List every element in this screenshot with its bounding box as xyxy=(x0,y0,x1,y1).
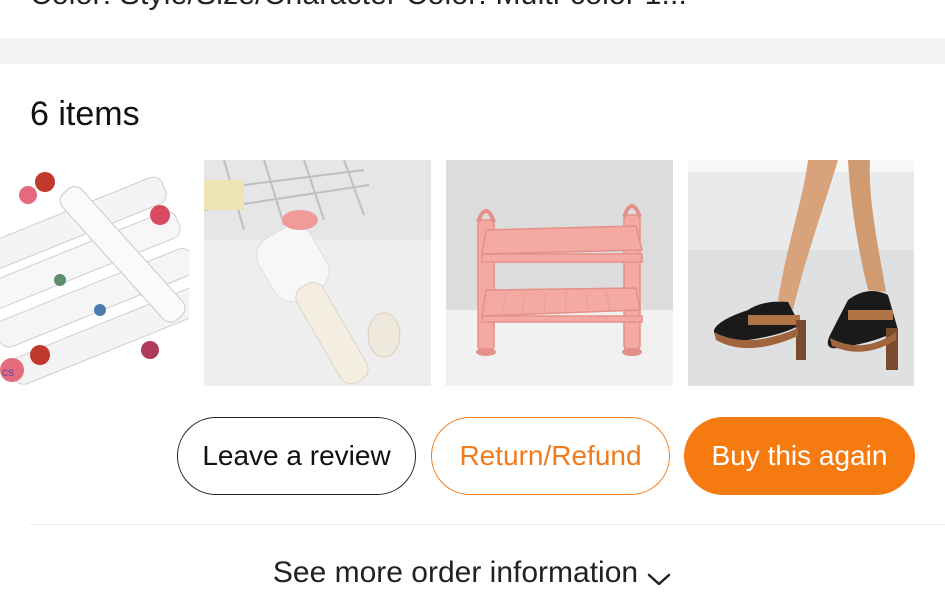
section-divider xyxy=(0,38,945,64)
product-thumbnail-4[interactable] xyxy=(688,160,914,386)
heel-shoes-product-image xyxy=(688,160,914,386)
leave-review-button[interactable]: Leave a review xyxy=(177,417,416,495)
return-refund-button[interactable]: Return/Refund xyxy=(431,417,670,495)
product-thumbnail-3[interactable] xyxy=(446,160,673,386)
product-thumbnail-2[interactable] xyxy=(204,160,431,386)
product-thumbnail-1[interactable]: cs xyxy=(0,160,189,386)
see-more-label: See more order information xyxy=(272,556,639,589)
svg-text:cs: cs xyxy=(2,365,14,379)
see-more-order-info[interactable]: See more order information xyxy=(0,552,945,594)
items-count-label: 6 items xyxy=(30,95,140,133)
face-brush-product-image xyxy=(204,160,431,386)
previous-order-details-text: Color: Style/Size/Character Color: Multi… xyxy=(30,0,930,14)
nail-file-product-image: cs xyxy=(0,160,189,386)
buy-again-button[interactable]: Buy this again xyxy=(684,417,915,495)
product-thumbnails: cs xyxy=(0,160,945,388)
pink-shelf-product-image xyxy=(446,160,673,386)
chevron-down-icon xyxy=(646,563,672,586)
order-card: Color: Style/Size/Character Color: Multi… xyxy=(0,0,945,608)
divider-line xyxy=(30,524,945,525)
